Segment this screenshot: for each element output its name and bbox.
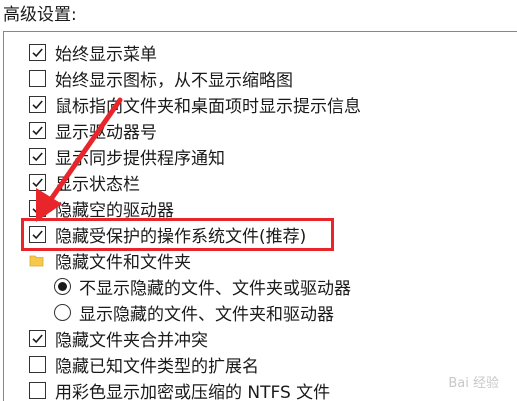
option-dont-show-hidden-files[interactable]: 不显示隐藏的文件、文件夹或驱动器 (54, 273, 351, 299)
checkbox[interactable] (29, 121, 46, 139)
checkmark-icon (32, 99, 43, 109)
option-label: 显示同步提供程序通知 (55, 148, 225, 169)
option-show-hidden-files[interactable]: 显示隐藏的文件、文件夹和驱动器 (54, 299, 334, 325)
option-label: 隐藏已知文件类型的扩展名 (55, 356, 259, 377)
checkmark-icon (32, 47, 43, 57)
checkbox[interactable] (29, 329, 46, 347)
radio-button[interactable] (54, 277, 71, 295)
option-show-sync-provider-notifications[interactable]: 显示同步提供程序通知 (29, 143, 225, 169)
option-label: 鼠标指向文件夹和桌面项时显示提示信息 (55, 96, 361, 117)
option-hide-known-extensions[interactable]: 隐藏已知文件类型的扩展名 (29, 351, 259, 377)
checkbox[interactable] (29, 381, 46, 399)
option-always-show-icons[interactable]: 始终显示图标，从不显示缩略图 (29, 65, 293, 91)
checkbox[interactable] (29, 199, 46, 217)
option-label: 始终显示菜单 (55, 44, 157, 65)
option-label: 隐藏空的驱动器 (55, 200, 174, 221)
option-label: 显示隐藏的文件、文件夹和驱动器 (79, 304, 334, 325)
option-label: 用彩色显示加密或压缩的 NTFS 文件 (55, 382, 331, 401)
option-show-pop-up-description[interactable]: 鼠标指向文件夹和桌面项时显示提示信息 (29, 91, 361, 117)
checkmark-icon (32, 333, 43, 343)
checkmark-icon (32, 151, 43, 161)
checkbox[interactable] (29, 147, 46, 165)
folder-options-advanced-settings: 高级设置: 始终显示菜单 始终显示图标，从不显示缩略图 鼠标指向文件夹和桌面项时… (0, 0, 517, 401)
option-hide-folder-merge-conflicts[interactable]: 隐藏文件夹合并冲突 (29, 325, 208, 351)
advanced-settings-label: 高级设置: (3, 5, 77, 25)
checkbox[interactable] (29, 43, 46, 61)
option-show-encrypted-in-color[interactable]: 用彩色显示加密或压缩的 NTFS 文件 (29, 377, 330, 401)
highlight-rectangle (21, 218, 334, 251)
watermark: Bai 经验 (448, 376, 499, 391)
group-label: 隐藏文件和文件夹 (55, 252, 191, 273)
option-show-drive-letters[interactable]: 显示驱动器号 (29, 117, 157, 143)
checkbox[interactable] (29, 173, 46, 191)
option-label: 隐藏文件夹合并冲突 (55, 330, 208, 351)
checkmark-icon (32, 177, 43, 187)
option-label: 始终显示图标，从不显示缩略图 (55, 70, 293, 91)
checkbox[interactable] (29, 69, 46, 87)
folder-icon (29, 255, 44, 266)
checkbox[interactable] (29, 95, 46, 113)
option-label: 显示驱动器号 (55, 122, 157, 143)
checkmark-icon (32, 203, 43, 213)
radio-button[interactable] (54, 303, 71, 321)
checkbox[interactable] (29, 355, 46, 373)
option-always-show-menus[interactable]: 始终显示菜单 (29, 39, 157, 65)
checkmark-icon (32, 125, 43, 135)
option-label: 显示状态栏 (55, 174, 140, 195)
option-label: 不显示隐藏的文件、文件夹或驱动器 (79, 278, 351, 299)
option-show-status-bar[interactable]: 显示状态栏 (29, 169, 140, 195)
radio-selected-dot (58, 281, 67, 291)
